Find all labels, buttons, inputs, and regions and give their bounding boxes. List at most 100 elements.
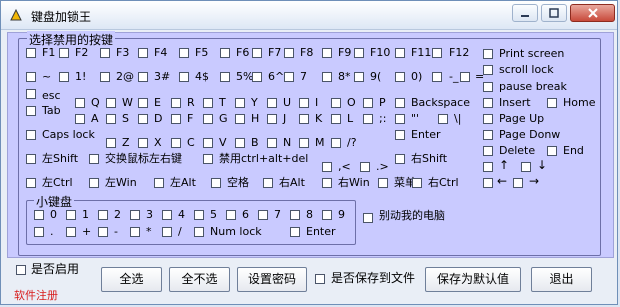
checkbox-slash[interactable] <box>331 138 341 148</box>
checkbox-5[interactable] <box>220 72 230 82</box>
checkbox-f2[interactable] <box>59 48 69 58</box>
checkbox-num-9[interactable] <box>322 210 332 220</box>
checkbox-l[interactable] <box>331 114 341 124</box>
checkbox-w[interactable] <box>106 98 116 108</box>
checkbox-arrow-left[interactable] <box>483 178 493 188</box>
checkbox-num-3[interactable] <box>130 210 140 220</box>
checkbox-right-win[interactable] <box>322 178 332 188</box>
checkbox-backspace[interactable] <box>395 98 405 108</box>
checkbox-disable-ctrl-alt-del[interactable] <box>203 154 213 164</box>
checkbox-page-up[interactable] <box>483 114 493 124</box>
checkbox-x[interactable] <box>138 138 148 148</box>
checkbox-space[interactable] <box>211 178 221 188</box>
checkbox-pause-break[interactable] <box>483 82 493 92</box>
checkbox-semicolon[interactable] <box>363 114 373 124</box>
checkbox-num-multiply[interactable] <box>130 227 140 237</box>
checkbox-num-plus[interactable] <box>66 227 76 237</box>
set-password-button[interactable]: 设置密码 <box>237 267 307 292</box>
checkbox-esc-box[interactable] <box>26 89 36 99</box>
checkbox-n[interactable] <box>267 138 277 148</box>
checkbox-o[interactable] <box>331 98 341 108</box>
checkbox-6[interactable] <box>252 72 262 82</box>
checkbox-j[interactable] <box>267 114 277 124</box>
checkbox-left-shift[interactable] <box>26 154 36 164</box>
checkbox-delete[interactable] <box>483 146 493 156</box>
checkbox-r[interactable] <box>171 98 181 108</box>
checkbox-p[interactable] <box>363 98 373 108</box>
checkbox-8[interactable] <box>322 72 332 82</box>
checkbox-left-ctrl[interactable] <box>26 178 36 188</box>
checkbox-num-lock[interactable] <box>194 227 204 237</box>
checkbox-f1[interactable] <box>26 48 36 58</box>
checkbox-f9[interactable] <box>322 48 332 58</box>
checkbox-equals[interactable] <box>460 72 470 82</box>
save-default-button[interactable]: 保存为默认值 <box>425 267 521 292</box>
checkbox-4[interactable] <box>179 72 189 82</box>
checkbox-page-down[interactable] <box>483 130 493 140</box>
checkbox-f3[interactable] <box>100 48 110 58</box>
checkbox-f[interactable] <box>171 114 181 124</box>
checkbox-m[interactable] <box>299 138 309 148</box>
checkbox-num-4[interactable] <box>162 210 172 220</box>
checkbox-1[interactable] <box>59 72 69 82</box>
checkbox-swap-mouse[interactable] <box>89 154 99 164</box>
checkbox-print-screen[interactable] <box>483 49 493 59</box>
checkbox-a[interactable] <box>75 114 85 124</box>
checkbox-num-1[interactable] <box>66 210 76 220</box>
checkbox-scroll-lock[interactable] <box>483 65 493 75</box>
checkbox-enable[interactable] <box>16 265 26 275</box>
select-none-button[interactable]: 全不选 <box>169 267 230 292</box>
close-button[interactable] <box>570 4 615 22</box>
checkbox-enter[interactable] <box>395 130 405 140</box>
checkbox-num-divide[interactable] <box>162 227 172 237</box>
checkbox-q[interactable] <box>75 98 85 108</box>
checkbox-num-8[interactable] <box>290 210 300 220</box>
checkbox-right-alt[interactable] <box>263 178 273 188</box>
checkbox-period[interactable] <box>360 162 370 172</box>
checkbox-num-2[interactable] <box>98 210 108 220</box>
checkbox-backslash[interactable] <box>438 114 448 124</box>
exit-button[interactable]: 退出 <box>531 267 592 292</box>
checkbox-z[interactable] <box>106 138 116 148</box>
checkbox-f11[interactable] <box>395 48 405 58</box>
checkbox-i[interactable] <box>299 98 309 108</box>
checkbox-num-dot[interactable] <box>34 227 44 237</box>
checkbox-arrow-right[interactable] <box>513 178 523 188</box>
checkbox-y[interactable] <box>235 98 245 108</box>
checkbox-f12[interactable] <box>432 48 442 58</box>
checkbox-c[interactable] <box>171 138 181 148</box>
checkbox-f8[interactable] <box>284 48 294 58</box>
checkbox-num-0[interactable] <box>34 210 44 220</box>
checkbox-k[interactable] <box>299 114 309 124</box>
checkbox-d[interactable] <box>138 114 148 124</box>
checkbox-menu[interactable] <box>378 178 388 188</box>
checkbox-s[interactable] <box>106 114 116 124</box>
checkbox-left-alt[interactable] <box>154 178 164 188</box>
checkbox-minus[interactable] <box>432 72 442 82</box>
checkbox-v[interactable] <box>203 138 213 148</box>
checkbox-3[interactable] <box>138 72 148 82</box>
checkbox-num-minus[interactable] <box>98 227 108 237</box>
checkbox-left-win[interactable] <box>89 178 99 188</box>
checkbox-caps-lock[interactable] <box>26 130 36 140</box>
checkbox-f4[interactable] <box>138 48 148 58</box>
checkbox-right-shift[interactable] <box>395 154 405 164</box>
checkbox-tilde[interactable] <box>26 72 36 82</box>
checkbox-b[interactable] <box>235 138 245 148</box>
checkbox-h[interactable] <box>235 114 245 124</box>
checkbox-f10[interactable] <box>354 48 364 58</box>
checkbox-right-ctrl[interactable] <box>412 178 422 188</box>
checkbox-f5[interactable] <box>179 48 189 58</box>
checkbox-dont-touch-pc[interactable] <box>363 213 373 223</box>
checkbox-g[interactable] <box>203 114 213 124</box>
checkbox-num-5[interactable] <box>194 210 204 220</box>
checkbox-num-6[interactable] <box>226 210 236 220</box>
checkbox-comma[interactable] <box>322 162 332 172</box>
checkbox-f7[interactable] <box>252 48 262 58</box>
checkbox-0[interactable] <box>395 72 405 82</box>
checkbox-9[interactable] <box>354 72 364 82</box>
checkbox-e[interactable] <box>138 98 148 108</box>
checkbox-arrow-up[interactable] <box>483 162 493 172</box>
checkbox-end[interactable] <box>547 146 557 156</box>
checkbox-num-7[interactable] <box>258 210 268 220</box>
